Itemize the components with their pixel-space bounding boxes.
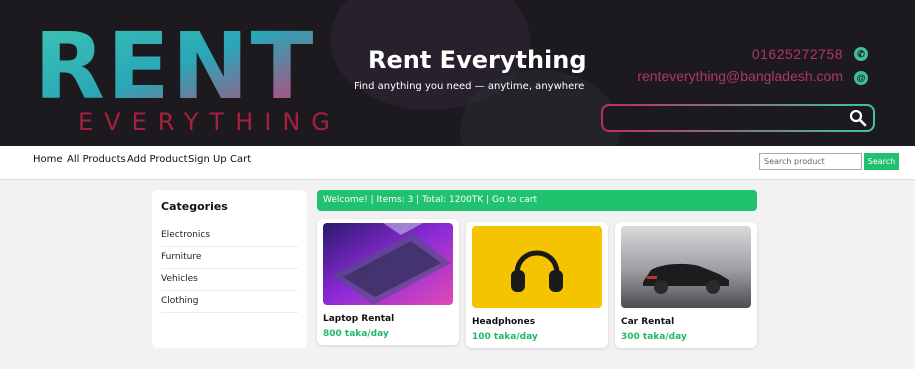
product-name: Laptop Rental [323, 314, 395, 324]
nav-all-products[interactable]: All Products [67, 154, 126, 165]
site-tagline: Find anything you need — anytime, anywhe… [354, 81, 585, 92]
logo-subtitle: EVERYTHING [78, 108, 341, 136]
page: RENT EVERYTHING Rent Everything Find any… [0, 0, 915, 369]
main-nav: Home All Products Add Product Sign Up Ca… [0, 146, 915, 180]
laptop-photo[interactable] [323, 223, 453, 305]
search-icon[interactable] [849, 109, 867, 127]
product-card-car[interactable]: Car Rental 300 taka/day [615, 222, 757, 348]
contact-phone: 01625272758 [751, 46, 843, 62]
nav-home[interactable]: Home [33, 154, 63, 165]
logo-word-text: RENT [34, 22, 315, 104]
category-furniture[interactable]: Furniture [161, 247, 298, 269]
product-name: Headphones [472, 317, 536, 327]
category-electronics[interactable]: Electronics [161, 225, 298, 247]
categories-title: Categories [161, 200, 228, 213]
product-price: 800 taka/day [323, 329, 389, 339]
category-clothing[interactable]: Clothing [161, 291, 298, 313]
banner: RENT EVERYTHING Rent Everything Find any… [0, 0, 915, 146]
search-button[interactable]: Search [864, 153, 899, 170]
cart-summary-bar[interactable]: Welcome! | Items: 3 | Total: 1200TK | Go… [317, 190, 757, 211]
product-name: Car Rental [621, 317, 675, 327]
brand-logo: RENT [34, 22, 315, 104]
nav-add-product[interactable]: Add Product [127, 154, 188, 165]
nav-cart[interactable]: Cart [230, 154, 251, 165]
product-card-laptop[interactable]: Laptop Rental 800 taka/day [317, 219, 459, 345]
whatsapp-icon[interactable]: ✆ [854, 47, 868, 61]
search-input[interactable] [759, 153, 862, 170]
product-card-headphones[interactable]: Headphones 100 taka/day [466, 222, 608, 348]
headphones-photo[interactable] [472, 226, 602, 308]
at-icon[interactable]: @ [854, 71, 868, 85]
car-photo[interactable] [621, 226, 751, 308]
nav-sign-up[interactable]: Sign Up [188, 154, 227, 165]
product-price: 100 taka/day [472, 332, 538, 342]
banner-search-field[interactable] [601, 104, 875, 132]
contact-email: renteverything@bangladesh.com [637, 68, 843, 84]
categories-sidebar: Categories Electronics Furniture Vehicle… [152, 190, 307, 348]
product-price: 300 taka/day [621, 332, 687, 342]
site-title: Rent Everything [368, 46, 587, 74]
category-vehicles[interactable]: Vehicles [161, 269, 298, 291]
